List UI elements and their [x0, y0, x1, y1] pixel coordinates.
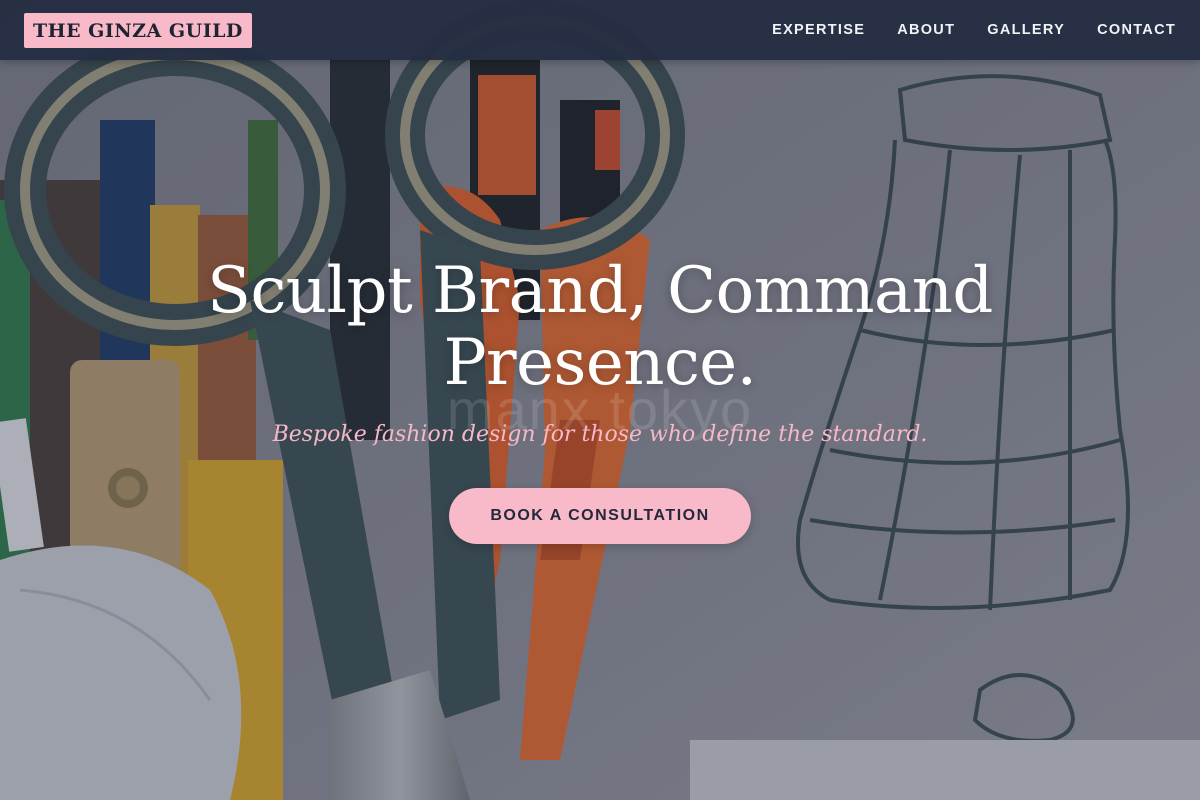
nav-link-expertise[interactable]: EXPERTISE	[772, 22, 865, 38]
hero-section: manx tokyo Sculpt Brand, Command Presenc…	[0, 0, 1200, 800]
hero-content: Sculpt Brand, Command Presence. Bespoke …	[0, 255, 1200, 544]
nav-link-about[interactable]: ABOUT	[897, 22, 955, 38]
book-consultation-button[interactable]: BOOK A CONSULTATION	[449, 488, 751, 544]
nav-link-contact[interactable]: CONTACT	[1097, 22, 1176, 38]
top-navbar: THE GINZA GUILD EXPERTISE ABOUT GALLERY …	[0, 0, 1200, 60]
brand-logo[interactable]: THE GINZA GUILD	[24, 12, 252, 48]
nav-links: EXPERTISE ABOUT GALLERY CONTACT	[772, 22, 1176, 38]
hero-headline: Sculpt Brand, Command Presence.	[207, 254, 993, 400]
nav-link-gallery[interactable]: GALLERY	[987, 22, 1065, 38]
hero-tagline: Bespoke fashion design for those who def…	[272, 422, 928, 447]
